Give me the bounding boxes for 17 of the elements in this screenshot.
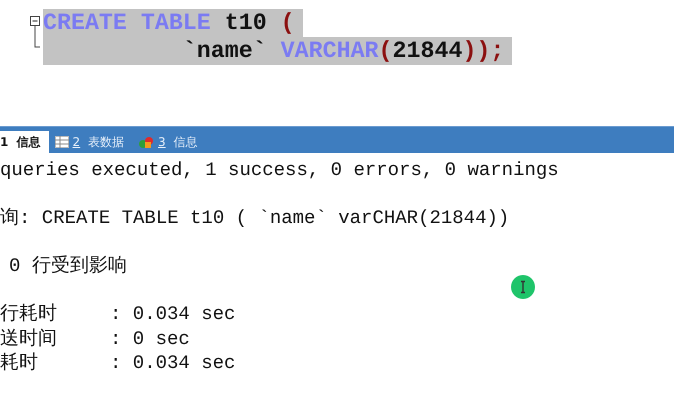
shapes-icon [138, 136, 154, 148]
fold-toggle-icon[interactable] [29, 15, 41, 49]
timing-value: : 0.034 sec [110, 351, 236, 376]
timing-value: : 0 sec [110, 326, 190, 351]
result-tab[interactable]: 3 信息 [132, 131, 206, 153]
cursor-icon [511, 275, 535, 299]
summary-text: queries executed, 1 success, 0 errors, 0 warnings [0, 158, 560, 182]
query-text: 询: CREATE TABLE t10 ( `name` varCHAR(21844)) [0, 206, 510, 230]
timing-value: : 0.034 sec [110, 302, 236, 326]
result-tab[interactable]: 1 信息 [0, 131, 49, 153]
timing-label: 行耗时 [0, 302, 58, 326]
rows-affected-text: 0 行受到影响 [8, 254, 128, 278]
timing-label: 送时间 [0, 326, 58, 351]
result-tab[interactable]: 2 表数据 [48, 131, 132, 153]
code-editor[interactable]: CREATE TABLE t10 ( `name` VARCHAR(21844)); [0, 0, 674, 117]
table-grid-icon [54, 136, 69, 148]
timing-label: 耗时 [0, 351, 39, 376]
